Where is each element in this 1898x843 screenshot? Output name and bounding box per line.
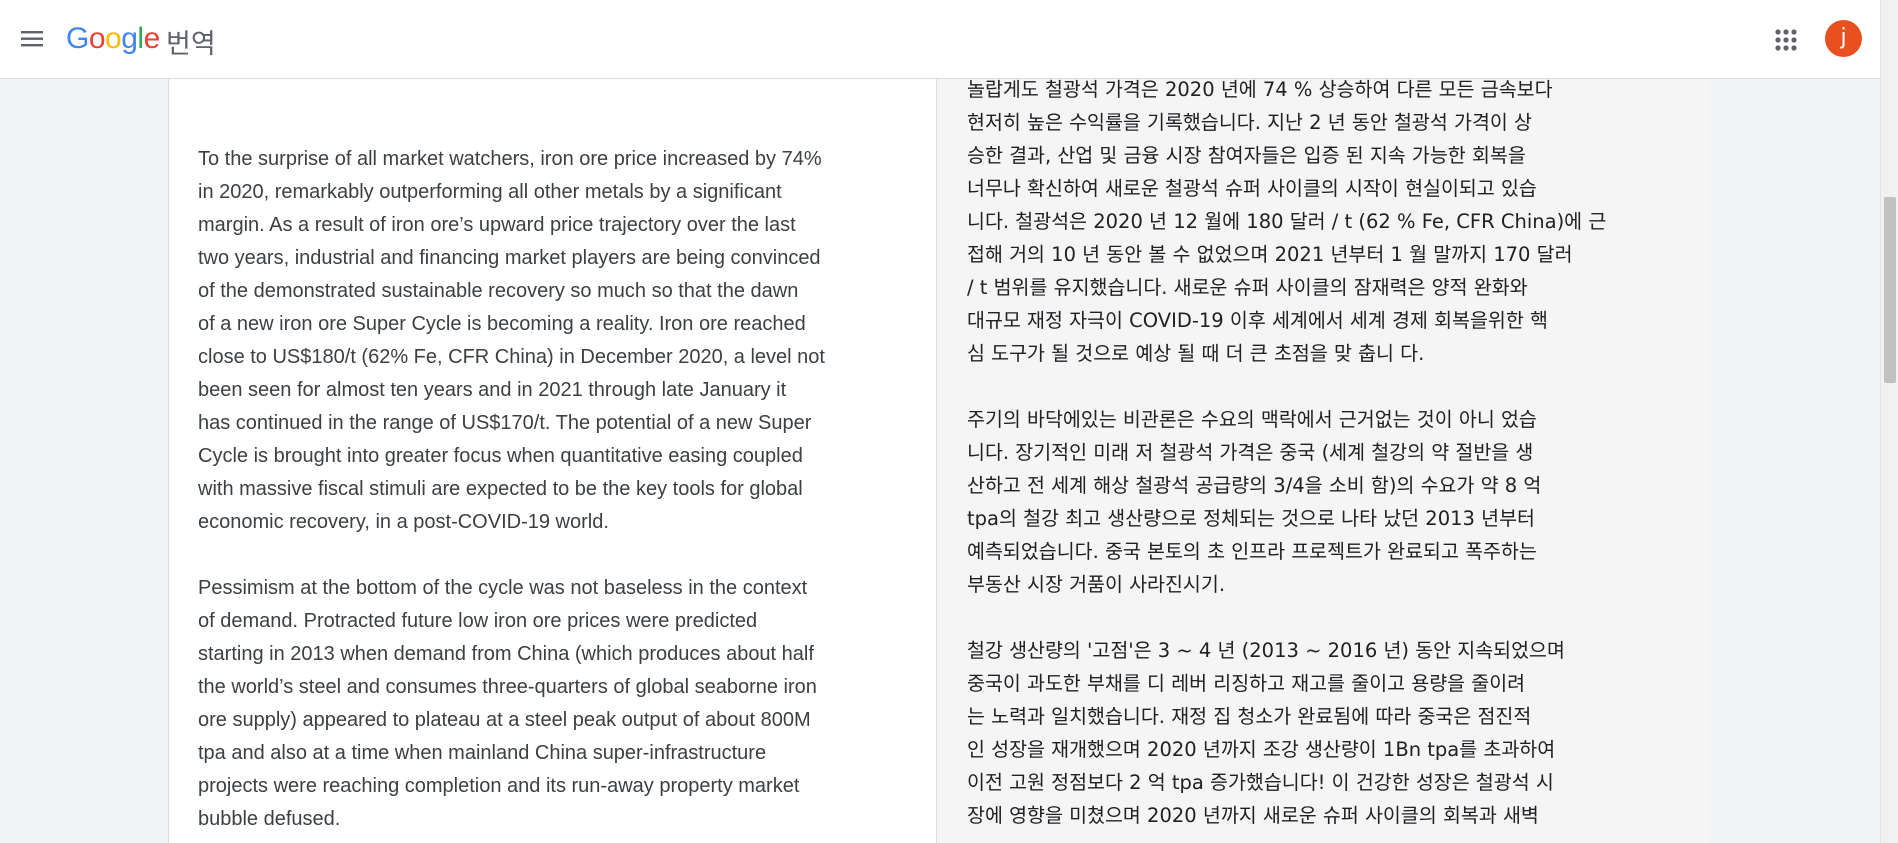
translation-text: 놀랍게도 철광석 가격은 2020 년에 74 % 상승하여 다른 모든 금속보… <box>967 79 1639 843</box>
top-app-bar: Google 번역 j <box>0 0 1880 79</box>
source-text-pane[interactable]: To the surprise of all market watchers, … <box>169 79 936 843</box>
apps-grid-icon[interactable] <box>1772 26 1800 54</box>
translation-panel: To the surprise of all market watchers, … <box>168 79 1709 843</box>
logo-letter: g <box>121 22 138 55</box>
scrollbar-thumb[interactable] <box>1884 197 1896 383</box>
source-paragraph: Pessimism at the bottom of the cycle was… <box>198 577 817 830</box>
app-name: 번역 <box>166 29 216 60</box>
source-paragraph: To the surprise of all market watchers, … <box>198 148 825 533</box>
logo-letter: o <box>88 22 106 55</box>
page-scrollbar[interactable] <box>1880 0 1898 843</box>
account-avatar[interactable]: j <box>1825 20 1862 57</box>
hamburger-menu-icon[interactable] <box>18 24 48 54</box>
translation-paragraph: 철강 생산량의 '고점'은 3 ~ 4 년 (2013 ~ 2016 년) 동안… <box>967 639 1565 827</box>
source-text[interactable]: To the surprise of all market watchers, … <box>198 143 878 843</box>
logo-letter: e <box>143 22 161 55</box>
google-logo[interactable]: Google <box>66 19 160 59</box>
logo-letter: o <box>105 22 122 55</box>
logo-letter: G <box>66 22 89 55</box>
translation-text-pane[interactable]: 놀랍게도 철광석 가격은 2020 년에 74 % 상승하여 다른 모든 금속보… <box>936 79 1709 843</box>
translation-paragraph: 놀랍게도 철광석 가격은 2020 년에 74 % 상승하여 다른 모든 금속보… <box>967 79 1607 365</box>
translation-paragraph: 주기의 바닥에있는 비관론은 수요의 맥락에서 근거없는 것이 아니 었습 니다… <box>967 408 1542 596</box>
